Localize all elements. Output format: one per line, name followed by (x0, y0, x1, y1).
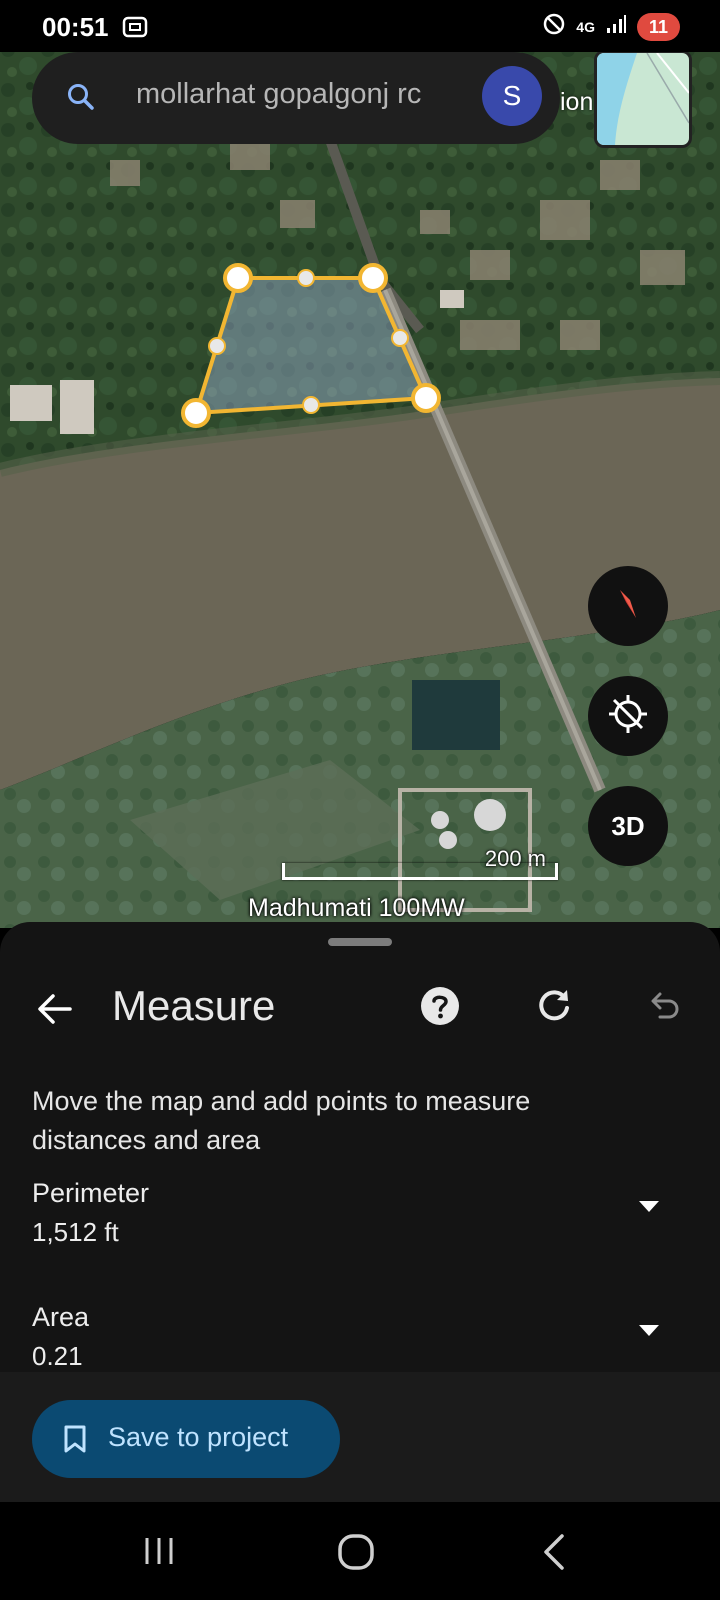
recent-apps-icon[interactable] (142, 1534, 176, 1573)
back-arrow-icon[interactable] (36, 990, 74, 1033)
undo-icon[interactable] (646, 988, 682, 1029)
3d-toggle-button[interactable]: 3D (588, 786, 668, 866)
bookmark-icon (62, 1424, 88, 1459)
compass-button[interactable] (588, 566, 668, 646)
perimeter-label: Perimeter (32, 1178, 150, 1208)
status-time: 00:51 (42, 12, 109, 42)
map-label-partial: ion (560, 88, 594, 116)
save-to-project-label: Save to project (108, 1422, 289, 1452)
save-to-project-button[interactable]: Save to project (32, 1400, 340, 1478)
perimeter-value: 1,512 ft (32, 1217, 119, 1247)
refresh-icon[interactable] (534, 986, 574, 1031)
place-label: Madhumati 100MW (248, 894, 465, 922)
chevron-down-icon[interactable] (638, 1324, 660, 1343)
area-label: Area (32, 1302, 90, 1332)
do-not-disturb-icon (542, 12, 566, 41)
status-bar: 00:51 4G 11 (0, 0, 720, 52)
perimeter-row[interactable]: Perimeter 1,512 ft (32, 1178, 672, 1248)
area-row[interactable]: Area 0.21 (32, 1302, 672, 1372)
system-back-icon[interactable] (540, 1532, 570, 1577)
my-location-button[interactable] (588, 676, 668, 756)
scale-line (282, 863, 558, 880)
account-avatar[interactable]: S (482, 66, 542, 126)
map-layer-thumbnail[interactable] (594, 50, 692, 148)
area-value: 0.21 (32, 1341, 83, 1371)
map-scale-bar: 200 m (282, 846, 558, 880)
signal-icon (605, 13, 627, 40)
drag-handle[interactable] (328, 938, 392, 946)
search-input[interactable]: mollarhat gopalgonj rc (136, 78, 490, 111)
location-disabled-icon (606, 692, 650, 741)
home-icon[interactable] (336, 1532, 376, 1577)
screenshot-icon (122, 14, 148, 45)
chevron-down-icon[interactable] (638, 1200, 660, 1219)
help-icon[interactable] (420, 986, 460, 1031)
search-icon (66, 82, 96, 117)
sheet-title: Measure (112, 982, 276, 1029)
sheet-footer: Save to project (0, 1372, 720, 1502)
search-bar[interactable]: mollarhat gopalgonj rc (32, 52, 560, 144)
compass-icon (608, 584, 648, 629)
sheet-header: Measure (0, 974, 720, 1044)
battery-indicator: 11 (636, 12, 680, 41)
measure-instructions: Move the map and add points to measure d… (32, 1086, 531, 1155)
system-nav-bar (0, 1502, 720, 1600)
network-type: 4G (576, 18, 595, 35)
